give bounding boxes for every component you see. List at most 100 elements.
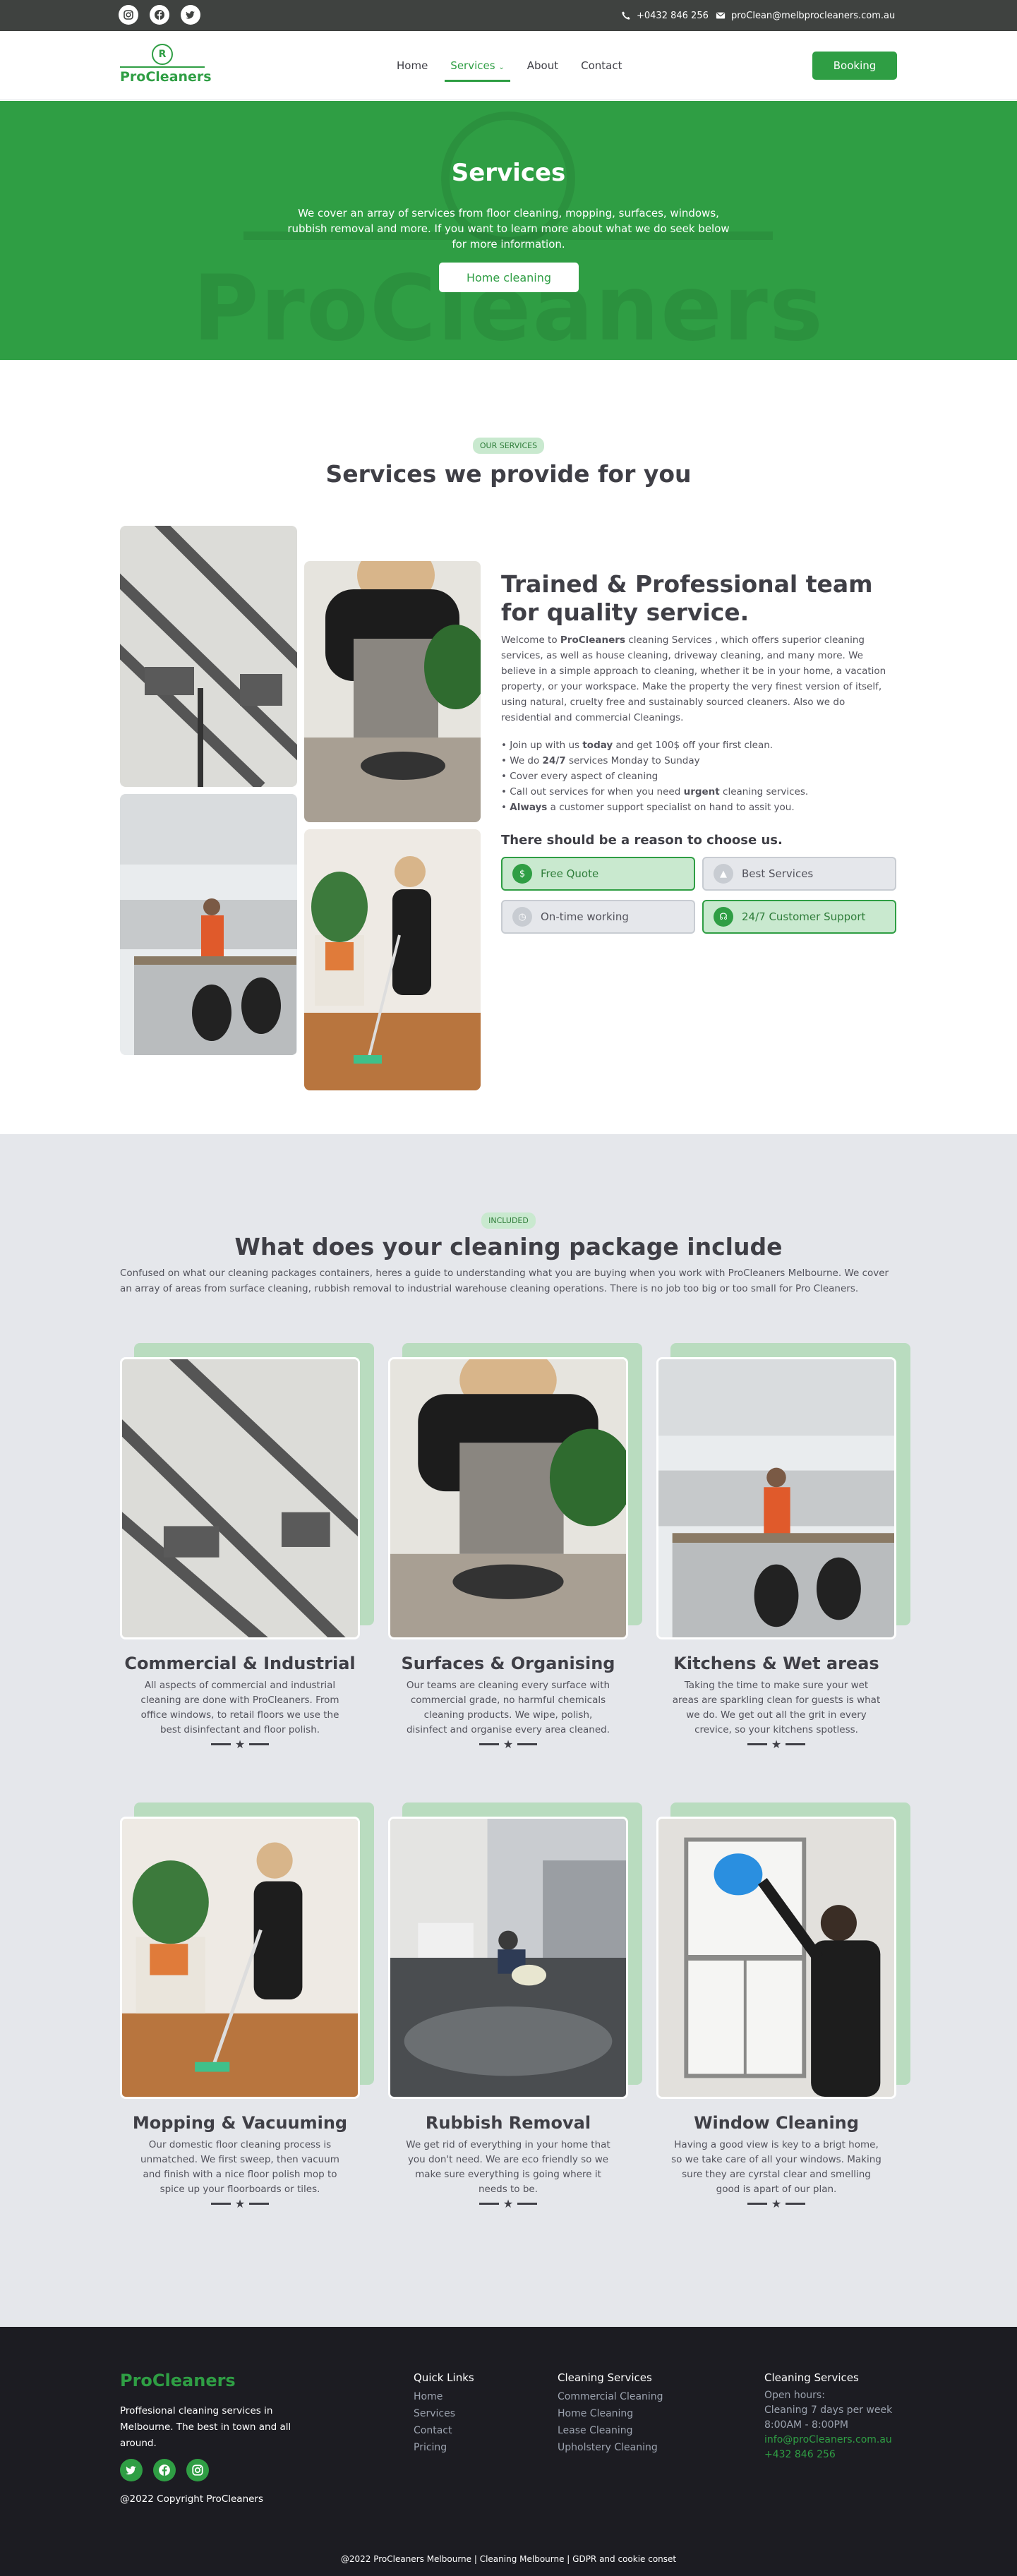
nav-links: Home Services ⌄ About Contact [397, 31, 644, 100]
footer-bottom-text: @2022 ProCleaners Melbourne | Cleaning M… [340, 2554, 677, 2564]
footer-link-upholstery[interactable]: Upholstery Cleaning [558, 2439, 663, 2456]
card-title: Window Cleaning [694, 2113, 859, 2133]
included-title: What does your cleaning package include [234, 1233, 783, 1260]
card-image [388, 1357, 628, 1639]
reason-support[interactable]: ☊ 24/7 Customer Support [702, 900, 896, 934]
reason-on-time[interactable]: ◷ On-time working [501, 900, 695, 934]
instagram-icon[interactable] [186, 2459, 209, 2481]
card-text: Our domestic floor cleaning process is u… [140, 2139, 339, 2195]
clock-icon: ◷ [512, 907, 532, 927]
star-divider-icon: ★ [745, 1737, 808, 1751]
card-image [120, 1817, 360, 2099]
list-item: Call out services for when you need urge… [501, 784, 896, 800]
phone-icon [622, 11, 630, 20]
reason-best-services[interactable]: ▲ Best Services [702, 857, 896, 891]
footer-quick-links: Quick Links Home Services Contact Pricin… [414, 2371, 474, 2456]
main-nav: R ProCleaners Home Services ⌄ About Cont… [0, 31, 1017, 100]
card-title: Kitchens & Wet areas [673, 1654, 879, 1673]
star-divider-icon: ★ [476, 2196, 540, 2210]
star-divider-icon: ★ [208, 2196, 272, 2210]
footer-brand[interactable]: ProCleaners [120, 2371, 236, 2390]
hero-banner: ProCleaners Services We cover an array o… [0, 101, 1017, 360]
nav-services[interactable]: Services ⌄ [445, 55, 511, 82]
included-text: Confused on what our cleaning packages c… [120, 1268, 889, 1294]
list-item: We do 24/7 services Monday to Sunday [501, 753, 896, 769]
footer-link-lease[interactable]: Lease Cleaning [558, 2422, 663, 2439]
card-title: Surfaces & Organising [401, 1654, 615, 1673]
list-item: Cover every aspect of cleaning [501, 769, 896, 784]
footer-link-services[interactable]: Services [414, 2405, 474, 2422]
reason-free-quote[interactable]: $ Free Quote [501, 857, 695, 891]
card-image [656, 1357, 896, 1639]
list-item: Always a customer support specialist on … [501, 800, 896, 815]
star-divider-icon: ★ [745, 2196, 808, 2210]
footer-phone[interactable]: +432 846 256 [764, 2448, 892, 2462]
nav-home[interactable]: Home [397, 55, 428, 76]
card-title: Rubbish Removal [425, 2113, 591, 2133]
card-image [656, 1817, 896, 2099]
reasons-title: There should be a reason to choose us. [501, 833, 783, 848]
footer-link-pricing[interactable]: Pricing [414, 2439, 474, 2456]
instagram-icon[interactable] [119, 5, 138, 25]
top-bar: +0432 846 256 proClean@melbprocleaners.c… [0, 0, 1017, 31]
home-cleaning-button[interactable]: Home cleaning [439, 263, 579, 292]
brand-logo[interactable]: R ProCleaners [120, 44, 212, 88]
services-title: Services we provide for you [325, 460, 692, 488]
footer-email[interactable]: info@proCleaners.com.au [764, 2433, 892, 2448]
brand-name: ProCleaners [120, 69, 212, 85]
footer-link-home[interactable]: Home [414, 2388, 474, 2405]
nav-about[interactable]: About [527, 55, 558, 76]
card-text: Having a good view is key to a brigt hom… [671, 2139, 881, 2195]
hero-title: Services [451, 159, 566, 187]
table-wiping-photo [304, 561, 481, 822]
footer-hours: Cleaning Services Open hours: Cleaning 7… [764, 2371, 892, 2462]
about-title: Trained & Professional team for quality … [501, 570, 873, 626]
nav-services-label: Services [450, 59, 495, 72]
facebook-icon[interactable] [150, 5, 169, 25]
services-badge: OUR SERVICES [472, 438, 545, 454]
twitter-icon[interactable] [181, 5, 200, 25]
star-divider-icon: ★ [208, 1737, 272, 1751]
headset-icon: ☊ [714, 907, 733, 927]
spray-icon: ▲ [714, 864, 733, 884]
card-title: Mopping & Vacuuming [132, 2113, 348, 2133]
email-text: proClean@melbprocleaners.com.au [731, 10, 896, 21]
footer-col-title: Cleaning Services [764, 2371, 859, 2384]
footer-col-title: Cleaning Services [558, 2371, 652, 2384]
footer-link-commercial[interactable]: Commercial Cleaning [558, 2388, 663, 2405]
footer: ProCleaners Proffesional cleaning servic… [0, 2327, 1017, 2576]
included-badge: INCLUDED [481, 1212, 536, 1229]
booking-button[interactable]: Booking [812, 52, 897, 80]
card-image [120, 1357, 360, 1639]
card-image [388, 1817, 628, 2099]
window-cleaners-photo [120, 526, 297, 787]
card-text: Taking the time to make sure your wet ar… [672, 1680, 881, 1735]
star-divider-icon: ★ [476, 1737, 540, 1751]
included-section: INCLUDED What does your cleaning package… [0, 1134, 1017, 2327]
chevron-down-icon: ⌄ [498, 64, 505, 71]
footer-link-contact[interactable]: Contact [414, 2422, 474, 2439]
mopping-photo [304, 829, 481, 1090]
footer-services: Cleaning Services Commercial Cleaning Ho… [558, 2371, 663, 2456]
twitter-icon[interactable] [120, 2459, 143, 2481]
logo-mark-icon: R [152, 44, 173, 65]
about-description: Welcome to ProCleaners cleaning Services… [501, 634, 886, 723]
hero-text: We cover an array of services from floor… [287, 207, 730, 251]
nav-contact[interactable]: Contact [581, 55, 622, 76]
card-text: Our teams are cleaning every surface wit… [406, 1680, 610, 1735]
facebook-icon[interactable] [153, 2459, 176, 2481]
card-title: Commercial & Industrial [124, 1654, 356, 1673]
footer-col-title: Quick Links [414, 2371, 474, 2384]
phone-text: +0432 846 256 [637, 10, 709, 21]
footer-tagline: Proffesional cleaning services in Melbou… [120, 2405, 291, 2449]
kitchen-photo [120, 794, 297, 1055]
footer-link-home-cleaning[interactable]: Home Cleaning [558, 2405, 663, 2422]
money-icon: $ [512, 864, 532, 884]
mail-icon [716, 12, 726, 19]
footer-copyright: @2022 Copyright ProCleaners [120, 2493, 264, 2505]
topbar-email[interactable]: proClean@melbprocleaners.com.au [716, 0, 895, 31]
about-bullets: Join up with us today and get 100$ off y… [501, 738, 896, 815]
list-item: Join up with us today and get 100$ off y… [501, 738, 896, 753]
topbar-phone[interactable]: +0432 846 256 [621, 0, 709, 31]
card-text: We get rid of everything in your home th… [406, 2139, 610, 2195]
